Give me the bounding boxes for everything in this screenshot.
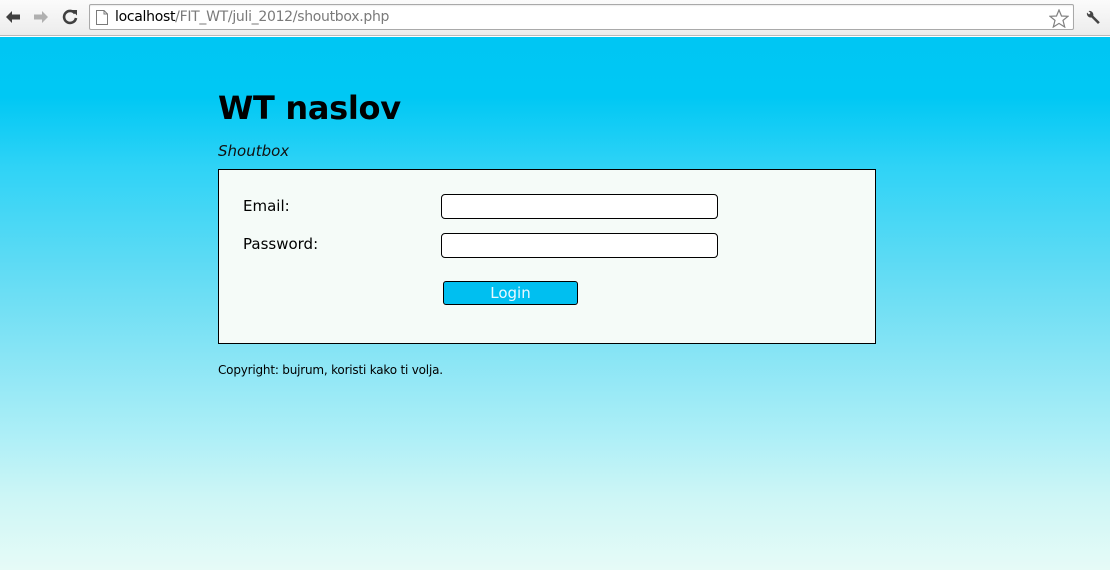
page-icon — [96, 9, 108, 25]
email-label: Email: — [243, 197, 290, 215]
star-icon — [1049, 8, 1069, 28]
address-bar[interactable]: localhost/FIT_WT/juli_2012/shoutbox.php — [89, 4, 1074, 30]
url-text: localhost/FIT_WT/juli_2012/shoutbox.php — [115, 9, 389, 25]
page-title: WT naslov — [218, 89, 401, 127]
bookmark-star-button[interactable] — [1048, 7, 1070, 29]
password-field[interactable] — [441, 233, 718, 258]
forward-button[interactable] — [30, 6, 52, 28]
back-arrow-icon — [6, 11, 20, 23]
email-field[interactable] — [441, 194, 718, 219]
forward-arrow-icon — [34, 11, 48, 23]
login-button[interactable]: Login — [443, 281, 578, 305]
wrench-icon — [1086, 10, 1100, 24]
password-label: Password: — [243, 235, 319, 253]
page-viewport: WT naslov Shoutbox Email: Password: Logi… — [0, 37, 1110, 570]
browser-toolbar: localhost/FIT_WT/juli_2012/shoutbox.php — [0, 0, 1110, 36]
wrench-menu-button[interactable] — [1082, 7, 1104, 29]
url-path: /FIT_WT/juli_2012/shoutbox.php — [175, 9, 390, 25]
login-form: Email: Password: Login — [218, 169, 876, 344]
back-button[interactable] — [2, 6, 24, 28]
page-subtitle: Shoutbox — [218, 142, 290, 160]
copyright-text: Copyright: bujrum, koristi kako ti volja… — [218, 363, 443, 377]
reload-button[interactable] — [59, 6, 81, 28]
url-host: localhost — [115, 9, 176, 25]
reload-icon — [62, 9, 78, 25]
